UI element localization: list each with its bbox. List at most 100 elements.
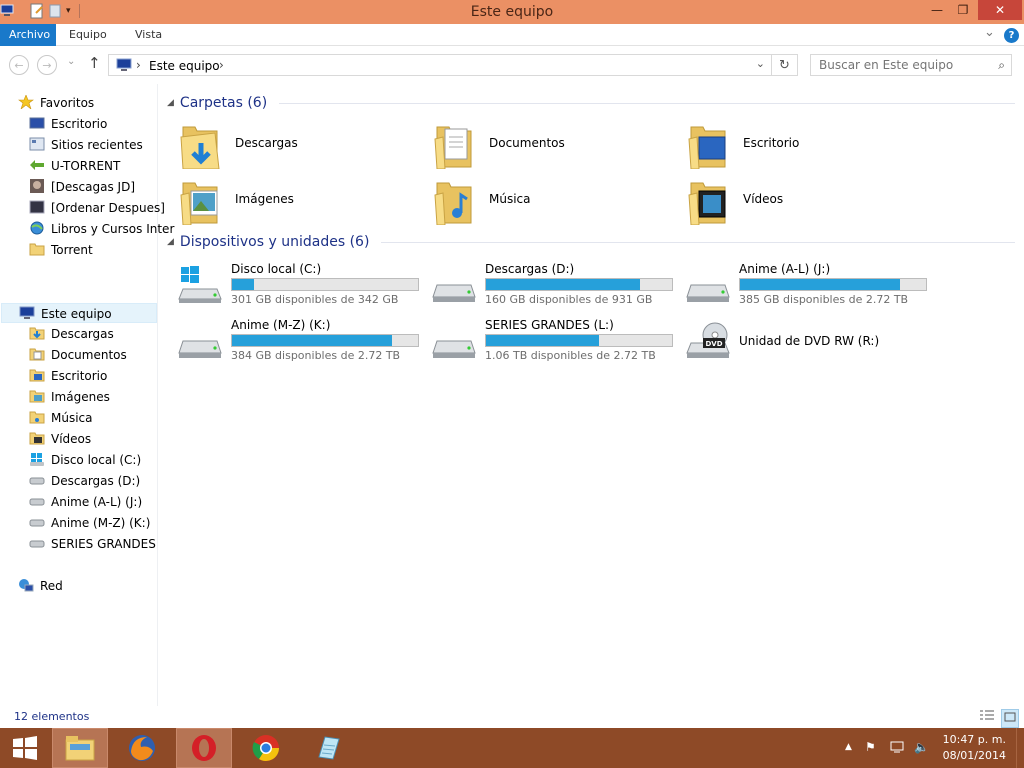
address-bar[interactable]: › Este equipo › ⌄ bbox=[108, 54, 772, 76]
minimize-button[interactable]: — bbox=[924, 0, 950, 20]
drive-tile-c[interactable]: Disco local (C:) 301 GB disponibles de 3… bbox=[173, 259, 423, 313]
sidebar-item-label: Escritorio bbox=[51, 369, 108, 383]
dvd-drive-icon: DVD bbox=[686, 322, 730, 358]
sidebar-favorites-label: Favoritos bbox=[40, 96, 95, 110]
back-button[interactable]: ← bbox=[9, 55, 29, 75]
volume-icon[interactable]: 🔈 bbox=[914, 740, 929, 754]
folder-tile-escritorio[interactable]: Escritorio bbox=[685, 117, 935, 171]
folders-group-header[interactable]: ◢ Carpetas (6) bbox=[167, 92, 1015, 114]
search-icon[interactable]: ⌕ bbox=[998, 58, 1005, 73]
forward-button[interactable]: → bbox=[37, 55, 57, 75]
sidebar-item-label: Descargas bbox=[51, 327, 114, 341]
taskbar-opera[interactable] bbox=[176, 728, 232, 768]
breadcrumb-este-equipo[interactable]: Este equipo bbox=[149, 59, 220, 73]
folder-tile-musica[interactable]: Música bbox=[431, 173, 681, 227]
drive-usage-bar bbox=[485, 334, 673, 347]
close-button[interactable]: ✕ bbox=[978, 0, 1022, 20]
sidebar-item-label: Libros y Cursos Inter bbox=[51, 222, 175, 236]
network-icon bbox=[18, 578, 34, 592]
tab-vista[interactable]: Vista bbox=[126, 24, 171, 46]
folder-icon bbox=[29, 200, 45, 214]
recent-locations-icon[interactable]: ⌄ bbox=[67, 56, 75, 67]
taskbar-explorer[interactable] bbox=[52, 728, 108, 768]
taskbar-firefox[interactable] bbox=[114, 728, 170, 768]
clock[interactable]: 10:47 p. m. 08/01/2014 bbox=[943, 732, 1006, 764]
taskbar-chrome[interactable] bbox=[238, 728, 294, 768]
address-dropdown-icon[interactable]: ⌄ bbox=[756, 57, 765, 70]
videos-folder-icon bbox=[688, 182, 726, 225]
folder-tile-documentos[interactable]: Documentos bbox=[431, 117, 681, 171]
navigation-bar: ← → ⌄ ↑ › Este equipo › ⌄ ↻ ⌕ bbox=[0, 46, 1024, 84]
folder-name: Documentos bbox=[489, 136, 565, 150]
drive-usage-fill bbox=[232, 335, 392, 346]
collapse-icon: ◢ bbox=[167, 237, 174, 247]
drive-tile-j[interactable]: Anime (A-L) (J:) 385 GB disponibles de 2… bbox=[681, 259, 931, 313]
drive-usage-bar bbox=[231, 278, 419, 291]
drive-icon bbox=[29, 494, 45, 508]
drive-icon bbox=[686, 284, 730, 302]
details-view-icon[interactable] bbox=[979, 709, 995, 726]
title-bar: ▾ Este equipo — ❐ ✕ bbox=[0, 0, 1024, 24]
start-button[interactable] bbox=[0, 728, 50, 768]
search-box[interactable]: ⌕ bbox=[810, 54, 1012, 76]
folder-tile-descargas[interactable]: Descargas bbox=[177, 117, 427, 171]
drive-name: SERIES GRANDES (L:) bbox=[485, 318, 614, 332]
restore-button[interactable]: ❐ bbox=[950, 0, 976, 20]
search-input[interactable] bbox=[811, 55, 981, 75]
tab-archivo[interactable]: Archivo bbox=[0, 24, 56, 46]
drive-usage-bar bbox=[739, 278, 927, 291]
back-arrow-icon: ← bbox=[14, 58, 24, 72]
windows-drive-icon bbox=[178, 266, 222, 303]
globe-icon bbox=[29, 221, 45, 235]
folders-group-title: Carpetas (6) bbox=[179, 95, 268, 111]
desktop-icon bbox=[29, 116, 45, 130]
drive-name: Descargas (D:) bbox=[485, 262, 575, 276]
up-button[interactable]: ↑ bbox=[88, 54, 101, 72]
breadcrumb-chevron-icon[interactable]: › bbox=[136, 58, 141, 72]
breadcrumb-chevron-icon[interactable]: › bbox=[219, 58, 224, 72]
sidebar-favorites[interactable]: Favoritos bbox=[18, 93, 174, 113]
drive-name: Anime (M-Z) (K:) bbox=[231, 318, 331, 332]
tab-equipo[interactable]: Equipo bbox=[60, 24, 116, 46]
drive-name: Unidad de DVD RW (R:) bbox=[739, 334, 880, 348]
folder-tile-imagenes[interactable]: Imágenes bbox=[177, 173, 427, 227]
sidebar-item-label: Anime (A-L) (J:) bbox=[51, 495, 143, 509]
downloads-folder-icon bbox=[180, 126, 220, 169]
taskbar-notepad[interactable] bbox=[300, 728, 356, 768]
show-desktop-button[interactable] bbox=[1016, 728, 1024, 768]
show-hidden-icons[interactable]: ▲ bbox=[845, 742, 852, 752]
drive-usage-fill bbox=[486, 335, 600, 346]
sidebar-item-label: Documentos bbox=[51, 348, 127, 362]
drive-free-space: 1.06 TB disponibles de 2.72 TB bbox=[485, 349, 656, 362]
network-tray-icon[interactable] bbox=[890, 740, 906, 757]
devices-group-header[interactable]: ◢ Dispositivos y unidades (6) bbox=[167, 231, 1015, 253]
ribbon-tabs: Archivo Equipo Vista ⌄ ? bbox=[0, 24, 1024, 46]
drive-usage-fill bbox=[740, 279, 900, 290]
desktop-folder-icon bbox=[688, 126, 726, 169]
minimize-icon: — bbox=[931, 3, 943, 17]
item-count: 12 elementos bbox=[14, 710, 90, 723]
sidebar-item-este-equipo[interactable]: Este equipo bbox=[1, 303, 157, 323]
pictures-folder-icon bbox=[29, 389, 45, 403]
clock-time: 10:47 p. m. bbox=[942, 733, 1006, 746]
folder-tile-videos[interactable]: Vídeos bbox=[685, 173, 935, 227]
taskbar: ▲ ⚑ 🔈 10:47 p. m. 08/01/2014 bbox=[0, 728, 1024, 768]
sidebar-item-series-l[interactable]: SERIES GRANDES (L:) bbox=[29, 534, 157, 554]
documents-folder-icon bbox=[29, 347, 45, 361]
expand-ribbon-icon[interactable]: ⌄ bbox=[984, 25, 995, 40]
drive-tile-l[interactable]: SERIES GRANDES (L:) 1.06 TB disponibles … bbox=[427, 315, 677, 369]
collapse-icon: ◢ bbox=[167, 98, 174, 108]
sidebar-item-label: [Descagas JD] bbox=[51, 180, 136, 194]
sidebar-item-red[interactable]: Red bbox=[18, 576, 174, 596]
action-center-flag-icon[interactable]: ⚑ bbox=[865, 740, 876, 754]
sidebar-item-label: Vídeos bbox=[51, 432, 92, 446]
tiles-view-icon[interactable] bbox=[1001, 709, 1019, 728]
sidebar-item-label: Anime (M-Z) (K:) bbox=[51, 516, 151, 530]
refresh-button[interactable]: ↻ bbox=[772, 54, 798, 76]
drive-tile-r[interactable]: DVD Unidad de DVD RW (R:) bbox=[681, 315, 931, 369]
drive-tile-d[interactable]: Descargas (D:) 160 GB disponibles de 931… bbox=[427, 259, 677, 313]
file-explorer-icon bbox=[65, 736, 95, 761]
sidebar-item-label: Imágenes bbox=[51, 390, 110, 404]
help-icon[interactable]: ? bbox=[1004, 28, 1019, 43]
drive-tile-k[interactable]: Anime (M-Z) (K:) 384 GB disponibles de 2… bbox=[173, 315, 423, 369]
